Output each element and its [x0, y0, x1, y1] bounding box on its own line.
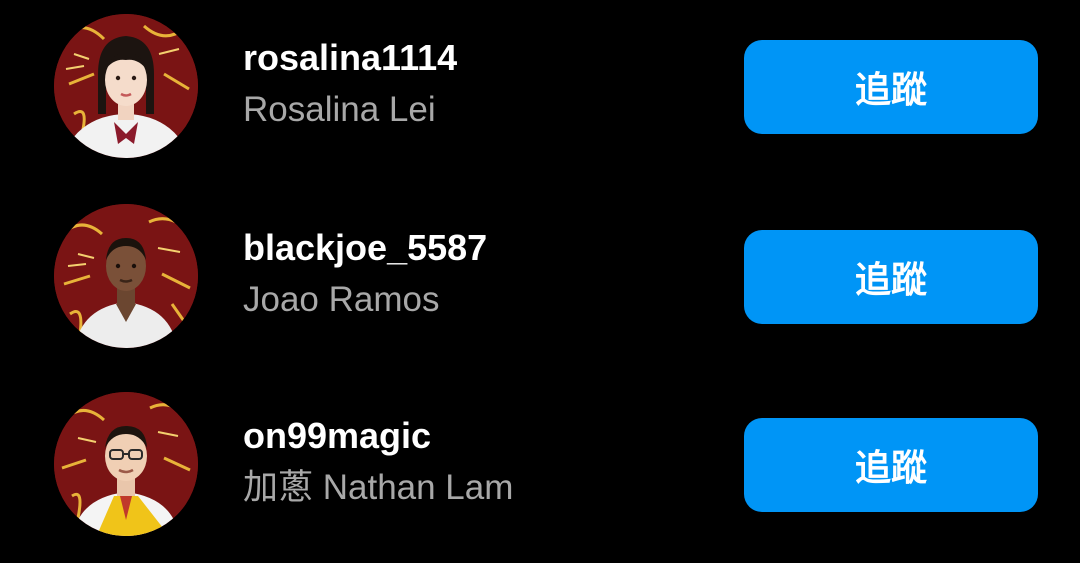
- profile-photo-woman-icon: [54, 14, 198, 158]
- username[interactable]: on99magic: [243, 414, 713, 458]
- account-text: rosalina1114 Rosalina Lei: [243, 36, 713, 132]
- account-text: on99magic 加蔥 Nathan Lam: [243, 414, 713, 510]
- suggested-accounts-list: rosalina1114 Rosalina Lei 追蹤 blackjoe_55…: [0, 0, 1080, 563]
- profile-photo-man-glasses-icon: [54, 392, 198, 536]
- list-item[interactable]: blackjoe_5587 Joao Ramos 追蹤: [0, 202, 1080, 352]
- list-item[interactable]: rosalina1114 Rosalina Lei 追蹤: [0, 12, 1080, 162]
- account-text: blackjoe_5587 Joao Ramos: [243, 226, 713, 322]
- avatar[interactable]: [54, 204, 198, 348]
- profile-photo-man-icon: [54, 204, 198, 348]
- follow-button[interactable]: 追蹤: [744, 418, 1038, 512]
- follow-button[interactable]: 追蹤: [744, 230, 1038, 324]
- avatar[interactable]: [54, 392, 198, 536]
- full-name: Rosalina Lei: [243, 90, 436, 129]
- full-name: 加蔥 Nathan Lam: [243, 468, 514, 507]
- username[interactable]: rosalina1114: [243, 36, 713, 80]
- list-item[interactable]: on99magic 加蔥 Nathan Lam 追蹤: [0, 390, 1080, 540]
- full-name: Joao Ramos: [243, 280, 440, 319]
- username[interactable]: blackjoe_5587: [243, 226, 713, 270]
- avatar[interactable]: [54, 14, 198, 158]
- follow-button[interactable]: 追蹤: [744, 40, 1038, 134]
